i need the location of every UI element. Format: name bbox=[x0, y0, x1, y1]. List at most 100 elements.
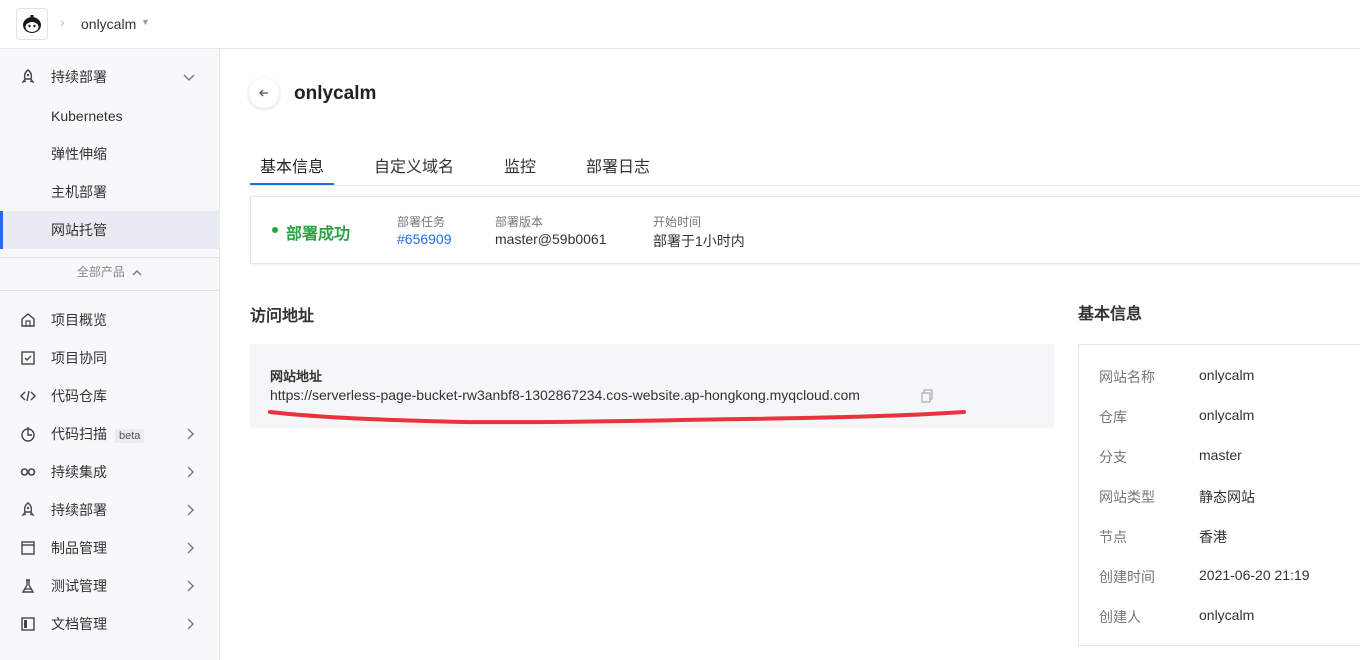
info-key: 节点 bbox=[1099, 529, 1127, 545]
sidebar-item-website-hosting[interactable]: 网站托管 bbox=[0, 211, 220, 249]
sidebar-item-label: 主机部署 bbox=[51, 184, 107, 200]
info-value: onlycalm bbox=[1199, 407, 1255, 423]
chevron-right-icon bbox=[187, 466, 194, 478]
chevron-up-icon bbox=[132, 269, 142, 276]
sidebar-item-autoscaling[interactable]: 弹性伸缩 bbox=[0, 135, 220, 173]
version-label: 部署版本 bbox=[495, 215, 544, 229]
box-icon bbox=[20, 540, 36, 556]
rocket-icon bbox=[20, 502, 36, 518]
tab-basic-info[interactable]: 基本信息 bbox=[260, 153, 324, 177]
start-time-value: 部署于1小时内 bbox=[653, 233, 745, 249]
copy-icon[interactable] bbox=[920, 389, 934, 403]
document-icon bbox=[20, 616, 36, 632]
sidebar-item-label: 测试管理 bbox=[51, 578, 107, 594]
url-box: 网站地址 https://serverless-page-bucket-rw3a… bbox=[250, 344, 1054, 428]
scan-icon bbox=[20, 426, 36, 442]
info-card: 网站名称 onlycalm 仓库 onlycalm 分支 master 网站类型… bbox=[1078, 344, 1360, 646]
divider bbox=[0, 290, 220, 291]
sidebar-item-label: 制品管理 bbox=[51, 540, 107, 556]
divider bbox=[0, 257, 220, 258]
sidebar-item-repository[interactable]: 代码仓库 bbox=[0, 377, 220, 415]
sidebar-item-docs[interactable]: 文档管理 bbox=[0, 605, 220, 643]
info-key: 仓库 bbox=[1099, 409, 1127, 425]
sidebar: 持续部署 Kubernetes 弹性伸缩 主机部署 网站托管 全部产品 项目概览… bbox=[0, 49, 220, 660]
back-button[interactable] bbox=[249, 78, 279, 108]
info-value: master bbox=[1199, 447, 1242, 463]
all-products-toggle[interactable]: 全部产品 bbox=[0, 263, 220, 280]
chevron-right-icon bbox=[187, 618, 194, 630]
status-dot bbox=[272, 227, 278, 233]
start-time-label: 开始时间 bbox=[653, 215, 702, 229]
sidebar-item-label: 项目协同 bbox=[51, 350, 107, 366]
sidebar-item-collaboration[interactable]: 项目协同 bbox=[0, 339, 220, 377]
tab-custom-domain[interactable]: 自定义域名 bbox=[374, 153, 454, 177]
task-label: 部署任务 bbox=[397, 215, 446, 229]
beta-badge: beta bbox=[115, 429, 145, 443]
main-content: onlycalm 基本信息 自定义域名 监控 部署日志 部署成功 部署任务 #6… bbox=[221, 49, 1360, 660]
red-underline-annotation bbox=[268, 410, 966, 425]
sidebar-item-label: 弹性伸缩 bbox=[51, 146, 107, 162]
sidebar-item-ci[interactable]: 持续集成 bbox=[0, 453, 220, 491]
info-value: 2021-06-20 21:19 bbox=[1199, 567, 1310, 583]
top-bar: › onlycalm ▼ bbox=[0, 0, 1360, 49]
url-label: 网站地址 bbox=[270, 369, 323, 384]
all-products-label: 全部产品 bbox=[76, 265, 125, 279]
logo-icon bbox=[23, 15, 41, 33]
sidebar-item-label: 持续部署 bbox=[51, 502, 107, 518]
sidebar-item-overview[interactable]: 项目概览 bbox=[0, 301, 220, 339]
sidebar-item-kubernetes[interactable]: Kubernetes bbox=[0, 97, 220, 135]
sidebar-item-code-scan[interactable]: 代码扫描 beta bbox=[0, 415, 220, 453]
infinity-icon bbox=[20, 464, 36, 480]
tab-deploy-logs[interactable]: 部署日志 bbox=[586, 153, 650, 177]
rocket-icon bbox=[20, 69, 36, 85]
info-key: 创建人 bbox=[1099, 609, 1141, 625]
sidebar-item-cd-expanded[interactable]: 持续部署 bbox=[0, 58, 220, 96]
info-value: 静态网站 bbox=[1199, 489, 1255, 505]
task-link[interactable]: #656909 bbox=[397, 231, 452, 247]
info-key: 创建时间 bbox=[1099, 569, 1155, 585]
tab-bar: 基本信息 自定义域名 监控 部署日志 bbox=[250, 149, 1360, 186]
access-section-title: 访问地址 bbox=[250, 308, 315, 325]
tab-monitoring[interactable]: 监控 bbox=[504, 153, 536, 177]
sidebar-item-label: 持续部署 bbox=[51, 69, 107, 85]
code-icon bbox=[20, 388, 36, 404]
sidebar-item-label: 代码扫描 bbox=[51, 426, 107, 442]
info-key: 网站类型 bbox=[1099, 489, 1155, 505]
caret-down-icon[interactable]: ▼ bbox=[141, 17, 150, 27]
info-section-title: 基本信息 bbox=[1078, 306, 1143, 323]
sidebar-item-label: 文档管理 bbox=[51, 616, 107, 632]
logo[interactable] bbox=[16, 8, 48, 40]
info-value: onlycalm bbox=[1199, 607, 1255, 623]
sidebar-item-label: 持续集成 bbox=[51, 464, 107, 480]
chevron-up-icon bbox=[183, 74, 195, 81]
info-key: 分支 bbox=[1099, 449, 1127, 465]
flask-icon bbox=[20, 578, 36, 594]
checkbox-icon bbox=[20, 350, 36, 366]
chevron-right-icon bbox=[187, 580, 194, 592]
website-url-link[interactable]: https://serverless-page-bucket-rw3anbf8-… bbox=[270, 387, 860, 403]
project-switcher[interactable]: onlycalm bbox=[81, 16, 136, 32]
info-value: 香港 bbox=[1199, 529, 1227, 545]
sidebar-item-label: 代码仓库 bbox=[51, 388, 107, 404]
home-icon bbox=[20, 312, 36, 328]
active-tab-indicator bbox=[250, 183, 334, 185]
chevron-right-icon bbox=[187, 504, 194, 516]
sidebar-item-label: 网站托管 bbox=[51, 222, 107, 238]
chevron-right-icon bbox=[187, 542, 194, 554]
chevron-right-icon bbox=[187, 428, 194, 440]
sidebar-item-host-deploy[interactable]: 主机部署 bbox=[0, 173, 220, 211]
sidebar-item-label-wrap: 代码扫描 beta bbox=[51, 424, 145, 444]
sidebar-item-artifacts[interactable]: 制品管理 bbox=[0, 529, 220, 567]
deploy-status-card: 部署成功 部署任务 #656909 部署版本 master@59b0061 开始… bbox=[250, 196, 1360, 264]
deploy-status: 部署成功 bbox=[286, 226, 351, 243]
sidebar-item-testing[interactable]: 测试管理 bbox=[0, 567, 220, 605]
info-value: onlycalm bbox=[1199, 367, 1255, 383]
chevron-right-icon: › bbox=[60, 14, 65, 30]
version-value: master@59b0061 bbox=[495, 231, 607, 247]
sidebar-item-label: Kubernetes bbox=[51, 108, 123, 124]
info-key: 网站名称 bbox=[1099, 369, 1155, 385]
page-title: onlycalm bbox=[294, 83, 377, 104]
sidebar-item-label: 项目概览 bbox=[51, 312, 107, 328]
arrow-left-icon bbox=[259, 89, 268, 97]
sidebar-item-cd[interactable]: 持续部署 bbox=[0, 491, 220, 529]
